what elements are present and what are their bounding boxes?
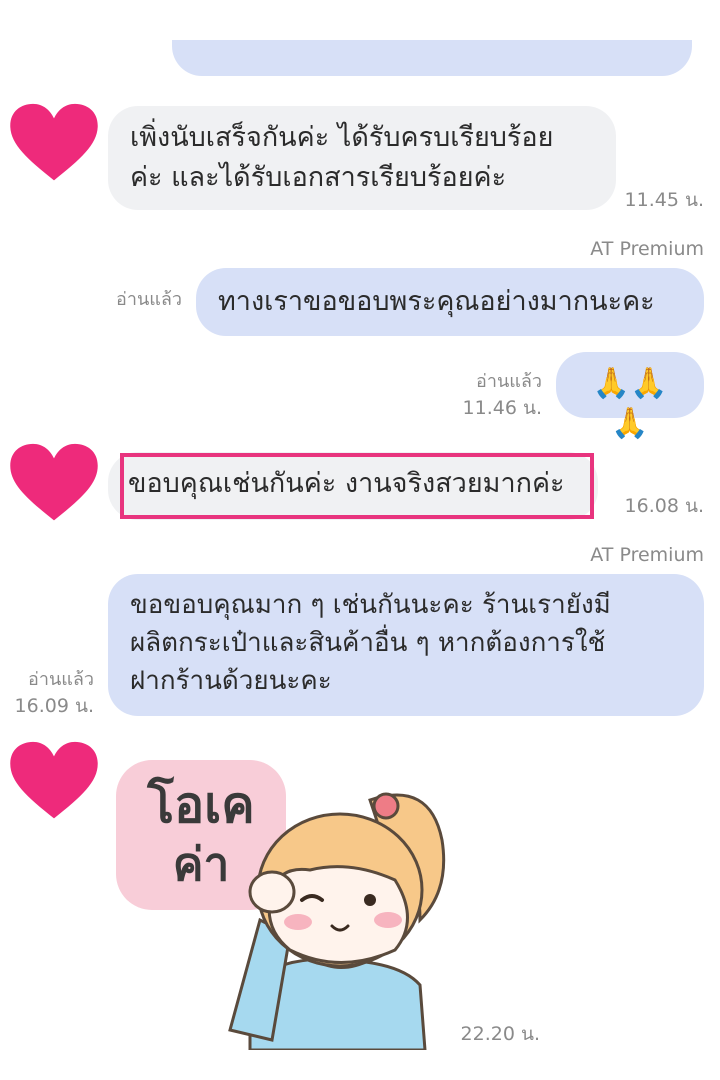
highlight-box bbox=[120, 453, 594, 519]
avatar[interactable] bbox=[8, 442, 100, 524]
heart-icon bbox=[10, 741, 98, 819]
message-line: ทางเราขอขอบพระคุณอย่างมากนะคะ bbox=[218, 286, 655, 317]
heart-icon bbox=[10, 103, 98, 181]
message-line: ขอขอบคุณมาก ๆ เช่นกันนะคะ ร้านเรายังมี bbox=[130, 590, 611, 620]
message-line: ฝากร้านด้วยนะคะ bbox=[130, 666, 332, 696]
message-time: 11.45 น. bbox=[624, 189, 704, 211]
avatar[interactable] bbox=[8, 102, 100, 184]
pray-emoji: 🙏🙏🙏 bbox=[592, 366, 668, 441]
message-line: ผลิตกระเป๋าและสินค้าอื่น ๆ หากต้องการใช้ bbox=[130, 628, 606, 658]
girl-sticker bbox=[228, 792, 446, 1050]
sticker[interactable]: โอเค ค่า bbox=[110, 750, 450, 1050]
emoji-bubble[interactable]: 🙏🙏🙏 bbox=[556, 352, 704, 441]
read-receipt: อ่านแล้ว bbox=[28, 669, 94, 690]
message-time: 11.46 น. bbox=[462, 397, 542, 419]
message-line: ค่ะ และได้รับเอกสารเรียบร้อยค่ะ bbox=[130, 162, 507, 193]
sender-name: AT Premium bbox=[590, 544, 704, 566]
message-bubble[interactable]: ทางเราขอขอบพระคุณอย่างมากนะคะ bbox=[196, 268, 704, 336]
previous-bubble-edge bbox=[172, 40, 692, 76]
message-line: เพิ่งนับเสร็จกันค่ะ ได้รับครบเรียบร้อย bbox=[130, 122, 554, 153]
message-bubble[interactable]: ขอขอบคุณมาก ๆ เช่นกันนะคะ ร้านเรายังมี ผ… bbox=[108, 574, 704, 716]
message-time: 16.09 น. bbox=[14, 695, 94, 717]
avatar[interactable] bbox=[8, 740, 100, 822]
message-time: 16.08 น. bbox=[624, 495, 704, 517]
message-time: 22.20 น. bbox=[460, 1023, 540, 1045]
sender-name: AT Premium bbox=[590, 238, 704, 260]
read-receipt: อ่านแล้ว bbox=[476, 371, 542, 392]
read-receipt: อ่านแล้ว bbox=[116, 289, 182, 310]
message-bubble[interactable]: เพิ่งนับเสร็จกันค่ะ ได้รับครบเรียบร้อย ค… bbox=[108, 106, 616, 210]
heart-icon bbox=[10, 443, 98, 521]
